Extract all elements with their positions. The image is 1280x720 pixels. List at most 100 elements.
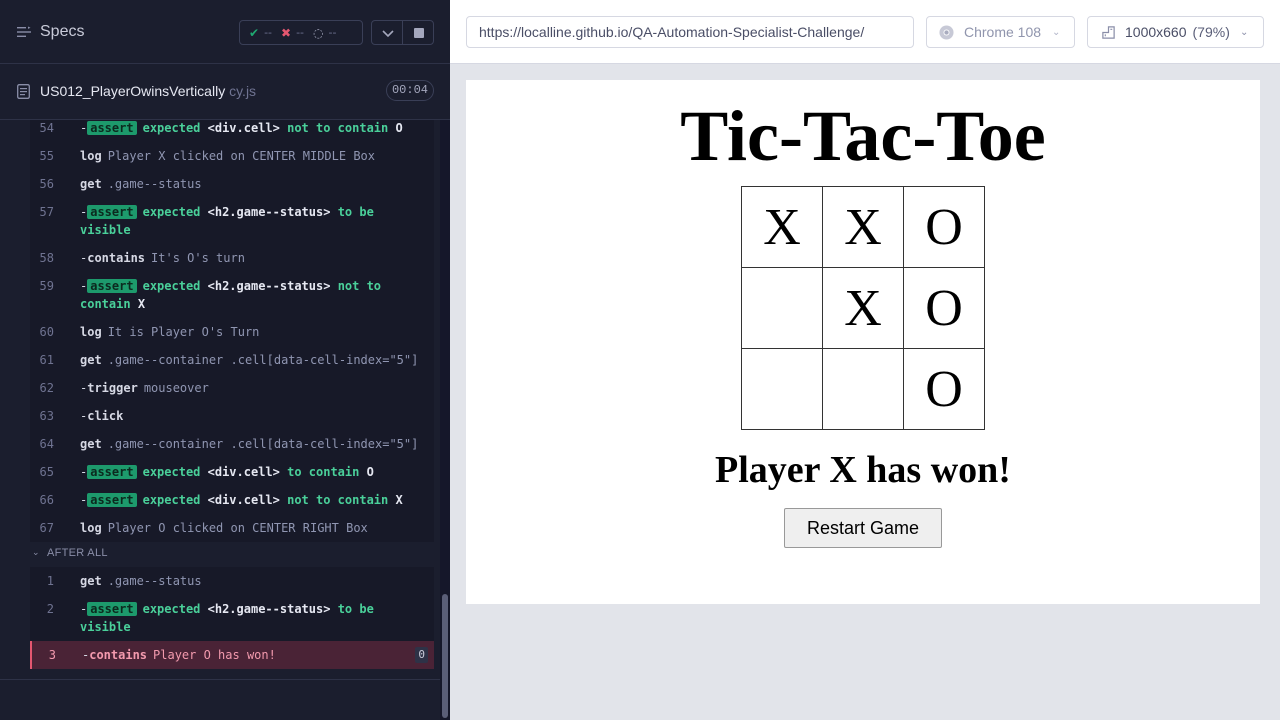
chevron-down-icon: [382, 30, 394, 38]
chevron-down-icon: ⌄: [1052, 27, 1061, 38]
command-number: 63: [39, 409, 54, 423]
command-name: log: [80, 325, 102, 339]
command-name: click: [87, 409, 124, 423]
command-number: 58: [39, 251, 54, 265]
board-cell-6[interactable]: [741, 348, 823, 430]
command-number: 2: [46, 602, 54, 616]
command-row[interactable]: 55 log Player X clicked on CENTER MIDDLE B…: [30, 142, 434, 170]
command-number: 3: [48, 648, 56, 662]
command-number: 55: [39, 149, 54, 163]
command-row[interactable]: 67 log Player O clicked on CENTER RIGHT Bo…: [30, 514, 434, 542]
duration-badge: 00:04: [386, 80, 434, 101]
command-row[interactable]: 54- assert expected <div.cell> not to cont…: [30, 120, 434, 142]
specs-header: Specs ✔ -- ✖ -- ◌ --: [0, 0, 450, 64]
command-log: 54- assert expected <div.cell> not to cont…: [0, 120, 440, 680]
viewport-selector[interactable]: 1000x660 (79%) ⌄: [1087, 16, 1264, 48]
command-row[interactable]: 56 get .game--status: [30, 170, 434, 198]
command-row[interactable]: 1 get .game--status: [30, 567, 434, 595]
command-number: 66: [39, 493, 54, 507]
command-message: Player O has won!: [153, 648, 276, 662]
command-row[interactable]: 57- assert expected <h2.game--status> to b…: [30, 198, 434, 244]
assert-badge: assert: [87, 493, 137, 507]
command-name: log: [80, 521, 102, 535]
assert-text: <h2.game--status>: [207, 279, 331, 293]
board-cell-4[interactable]: X: [822, 267, 904, 349]
command-row[interactable]: 64 get .game--container .cell[data-cell-in…: [30, 430, 434, 458]
command-row[interactable]: 58 -contains It's O's turn: [30, 244, 434, 272]
assert-text: expected: [142, 121, 201, 135]
chevron-down-icon: ⌄: [32, 547, 40, 557]
menu-icon[interactable]: [17, 26, 31, 38]
command-message: It's O's turn: [151, 251, 245, 265]
url-field[interactable]: https://localline.github.io/QA-Automatio…: [466, 16, 914, 48]
assert-text: expected: [142, 279, 201, 293]
command-row[interactable]: 65- assert expected <div.cell> to contain …: [30, 458, 434, 486]
assert-text: O: [366, 465, 374, 479]
assert-text: to contain: [287, 465, 360, 479]
command-row[interactable]: 59- assert expected <h2.game--status> not …: [30, 272, 434, 318]
command-number: 64: [39, 437, 54, 451]
assert-text: expected: [142, 465, 201, 479]
command-row[interactable]: 2- assert expected <h2.game--status> to be…: [30, 595, 434, 641]
game-board: XXOXOO: [741, 186, 985, 430]
board-cell-7[interactable]: [822, 348, 904, 430]
command-number: 57: [39, 205, 54, 219]
command-name: get: [80, 177, 102, 191]
assert-text: expected: [142, 602, 201, 616]
stop-icon: [414, 28, 424, 38]
stop-button[interactable]: [402, 20, 434, 45]
assert-text: expected: [142, 493, 201, 507]
spec-title-bar: US012_PlayerOwinsVertically cy.js: [0, 64, 450, 120]
command-row[interactable]: 62 -trigger mouseover: [30, 374, 434, 402]
reporter-panel: Specs ✔ -- ✖ -- ◌ -- US012_PlayerOwinsVerti…: [0, 0, 450, 720]
specs-label[interactable]: Specs: [40, 23, 84, 41]
restart-game-button[interactable]: Restart Game: [784, 508, 942, 548]
command-row[interactable]: 63 -click: [30, 402, 434, 430]
failed-stat: ✖ --: [281, 25, 305, 40]
command-number: 60: [39, 325, 54, 339]
assert-text: <h2.game--status>: [207, 205, 331, 219]
scrollbar-thumb[interactable]: [442, 594, 448, 718]
game-title: Tic-Tac-Toe: [680, 96, 1046, 176]
assert-text: <h2.game--status>: [207, 602, 331, 616]
assert-badge: assert: [87, 465, 137, 479]
command-name: contains: [89, 648, 148, 662]
board-cell-1[interactable]: X: [822, 186, 904, 268]
x-icon: ✖: [281, 25, 292, 40]
assert-text: X: [395, 493, 403, 507]
pending-stat: ◌ --: [313, 25, 337, 40]
command-number: 67: [39, 521, 54, 535]
browser-selector[interactable]: Chrome 108 ⌄: [926, 16, 1075, 48]
aut-header: https://localline.github.io/QA-Automatio…: [450, 0, 1280, 64]
pending-icon: ◌: [313, 25, 324, 40]
assert-text: expected: [142, 205, 201, 219]
command-row[interactable]: 3 -contains Player O has won! 0: [30, 641, 434, 669]
assert-badge: assert: [87, 602, 137, 616]
command-message: .game--status: [107, 177, 202, 191]
command-name: get: [80, 574, 102, 588]
board-cell-3[interactable]: [741, 267, 823, 349]
board-cell-0[interactable]: X: [741, 186, 823, 268]
command-row[interactable]: 61 get .game--container .cell[data-cell-in…: [30, 346, 434, 374]
board-cell-5[interactable]: O: [903, 267, 985, 349]
after-all-hook-header[interactable]: ⌄ AFTER ALL: [30, 541, 434, 567]
command-number: 1: [46, 574, 54, 588]
expand-button[interactable]: [371, 20, 403, 45]
command-number: 65: [39, 465, 54, 479]
assert-text: X: [137, 297, 146, 311]
chevron-down-icon: ⌄: [1240, 27, 1249, 38]
command-row[interactable]: 66- assert expected <div.cell> not to cont…: [30, 486, 434, 514]
board-cell-2[interactable]: O: [903, 186, 985, 268]
assert-badge: assert: [87, 279, 137, 293]
command-name: get: [80, 353, 102, 367]
command-message: Player O clicked on CENTER RIGHT Box: [107, 521, 368, 535]
assert-text: not to contain: [287, 121, 389, 135]
command-row[interactable]: 60 log It is Player O's Turn: [30, 318, 434, 346]
after-all-commands: 1 get .game--status 2- assert expected <h2.ga…: [30, 567, 434, 669]
app-under-test: Tic-Tac-Toe XXOXOO Player X has won! Res…: [466, 80, 1260, 604]
ruler-icon: [1102, 26, 1115, 39]
board-cell-8[interactable]: O: [903, 348, 985, 430]
command-number: 56: [39, 177, 54, 191]
spec-name: US012_PlayerOwinsVertically cy.js: [40, 83, 257, 99]
assert-text: <div.cell>: [207, 121, 280, 135]
